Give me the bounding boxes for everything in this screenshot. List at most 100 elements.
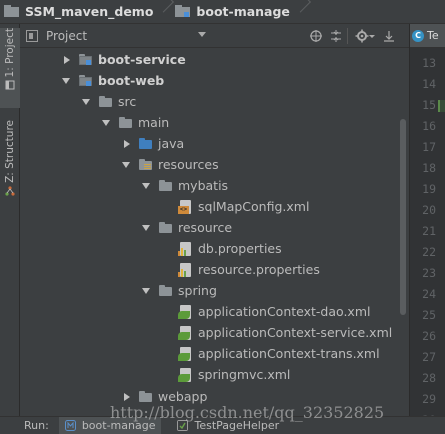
line-number: 18 bbox=[422, 161, 436, 175]
chevron-right-icon[interactable] bbox=[62, 55, 72, 65]
spring-xml-icon bbox=[178, 346, 194, 361]
line-number: 26 bbox=[422, 329, 436, 343]
navigation-bar: SSM_maven_demo boot-manage bbox=[0, 0, 445, 24]
folder-icon bbox=[158, 179, 174, 193]
left-tool-strip: 1: Project Z: Structure bbox=[0, 24, 20, 416]
line-number: 25 bbox=[422, 308, 436, 322]
collapse-all-icon[interactable] bbox=[329, 29, 343, 43]
line-number: 24 bbox=[422, 287, 436, 301]
line-number: 14 bbox=[422, 77, 436, 91]
folder-icon bbox=[4, 5, 20, 18]
tab-project[interactable]: 1: Project bbox=[0, 28, 20, 108]
editor-area: C Te 13 14 15 16 17 18 19 20 21 22 23 24… bbox=[409, 24, 445, 427]
maven-icon bbox=[64, 420, 76, 431]
tree-item-spring[interactable]: spring bbox=[142, 280, 217, 301]
tree-item-src[interactable]: src bbox=[82, 91, 136, 112]
tree-item-resource[interactable]: resource bbox=[142, 217, 232, 238]
chevron-down-icon[interactable] bbox=[198, 32, 206, 37]
resources-folder-icon bbox=[138, 158, 154, 172]
tree-item-springmvc[interactable]: springmvc.xml bbox=[178, 364, 290, 385]
module-folder-icon bbox=[78, 53, 94, 67]
class-icon: C bbox=[412, 29, 424, 42]
run-tab-testpagehelper[interactable]: TestPageHelper bbox=[171, 417, 285, 434]
tree-item-label: applicationContext-service.xml bbox=[198, 325, 393, 340]
ide-window: SSM_maven_demo boot-manage 1: Project Z:… bbox=[0, 0, 445, 434]
tree-item-label: resource.properties bbox=[198, 262, 320, 277]
tree-item-appcontext-service[interactable]: applicationContext-service.xml bbox=[178, 322, 392, 343]
editor-tab[interactable]: C Te bbox=[410, 24, 445, 48]
tree-item-db-properties[interactable]: db.properties bbox=[178, 238, 282, 259]
spring-xml-icon bbox=[178, 304, 194, 319]
tab-project-label: 1: Project bbox=[4, 28, 16, 78]
folder-icon bbox=[158, 221, 174, 235]
chevron-right-icon[interactable] bbox=[122, 139, 132, 149]
run-tab-label: boot-manage bbox=[81, 419, 156, 432]
module-folder-icon bbox=[175, 5, 191, 18]
run-tool-bar: Run: boot-manage TestPageHelper bbox=[0, 416, 445, 434]
tree-item-label: boot-service bbox=[98, 52, 186, 67]
breadcrumb-separator bbox=[296, 0, 306, 24]
chevron-down-icon[interactable] bbox=[142, 181, 152, 191]
tree-item-label: springmvc.xml bbox=[198, 367, 291, 382]
gear-icon[interactable] bbox=[355, 29, 369, 43]
tree-item-label: main bbox=[138, 115, 170, 130]
xml-file-icon bbox=[178, 199, 194, 214]
module-folder-icon bbox=[78, 74, 94, 88]
tree-item-appcontext-dao[interactable]: applicationContext-dao.xml bbox=[178, 301, 370, 322]
breadcrumb-module-label: boot-manage bbox=[196, 4, 290, 19]
tree-item-label: mybatis bbox=[178, 178, 229, 193]
chevron-down-icon[interactable] bbox=[122, 160, 132, 170]
run-tab-boot-manage[interactable]: boot-manage bbox=[58, 416, 162, 434]
spring-xml-icon bbox=[178, 367, 194, 382]
project-icon bbox=[5, 80, 15, 90]
tree-item-sqlmapconfig[interactable]: sqlMapConfig.xml bbox=[178, 196, 309, 217]
tree-item-label: resource bbox=[178, 220, 233, 235]
tree-item-label: webapp bbox=[158, 389, 208, 404]
folder-icon bbox=[138, 390, 154, 404]
tree-item-java[interactable]: java bbox=[122, 133, 184, 154]
project-view-selector[interactable]: Project bbox=[46, 29, 87, 43]
tree-item-label: db.properties bbox=[198, 241, 282, 256]
chevron-down-icon[interactable] bbox=[142, 223, 152, 233]
tree-item-main[interactable]: main bbox=[102, 112, 169, 133]
run-tab-label: TestPageHelper bbox=[194, 419, 280, 432]
tree-item-label: applicationContext-dao.xml bbox=[198, 304, 371, 319]
structure-icon bbox=[5, 186, 15, 196]
chevron-down-icon[interactable] bbox=[82, 97, 92, 107]
tree-item-resource-properties[interactable]: resource.properties bbox=[178, 259, 320, 280]
scroll-from-source-icon[interactable] bbox=[309, 29, 323, 43]
tree-item-label: sqlMapConfig.xml bbox=[198, 199, 310, 214]
hide-panel-icon[interactable] bbox=[382, 29, 396, 43]
properties-file-icon bbox=[178, 241, 194, 256]
line-number: 22 bbox=[422, 245, 436, 259]
project-view-icon bbox=[26, 29, 38, 42]
folder-icon bbox=[158, 284, 174, 298]
vertical-scrollbar[interactable] bbox=[400, 119, 406, 315]
header-divider bbox=[347, 28, 348, 44]
tree-item-boot-service[interactable]: boot-service bbox=[62, 49, 186, 70]
tree-item-appcontext-trans[interactable]: applicationContext-trans.xml bbox=[178, 343, 380, 364]
chevron-right-icon[interactable] bbox=[122, 392, 132, 402]
breadcrumb-module[interactable]: boot-manage bbox=[175, 0, 290, 24]
tree-item-label: src bbox=[118, 94, 137, 109]
line-number: 16 bbox=[422, 119, 436, 133]
chevron-down-icon[interactable] bbox=[102, 118, 112, 128]
editor-tab-label: Te bbox=[427, 29, 439, 42]
tree-item-resources[interactable]: resources bbox=[122, 154, 219, 175]
tree-item-webapp[interactable]: webapp bbox=[122, 386, 207, 407]
tab-structure[interactable]: Z: Structure bbox=[0, 120, 20, 220]
tree-item-mybatis[interactable]: mybatis bbox=[142, 175, 228, 196]
gear-dropdown-icon[interactable] bbox=[368, 29, 376, 43]
test-icon bbox=[177, 420, 189, 431]
tree-item-label: java bbox=[158, 136, 185, 151]
breadcrumb-project[interactable]: SSM_maven_demo bbox=[4, 0, 153, 24]
tree-item-boot-web[interactable]: boot-web bbox=[62, 70, 164, 91]
line-number: 28 bbox=[422, 371, 436, 385]
line-number: 17 bbox=[422, 140, 436, 154]
chevron-down-icon[interactable] bbox=[62, 76, 72, 86]
tab-structure-label: Z: Structure bbox=[4, 120, 16, 183]
chevron-down-icon[interactable] bbox=[142, 286, 152, 296]
tree-item-label: applicationContext-trans.xml bbox=[198, 346, 380, 361]
line-number: 29 bbox=[422, 392, 436, 406]
line-number: 20 bbox=[422, 203, 436, 217]
